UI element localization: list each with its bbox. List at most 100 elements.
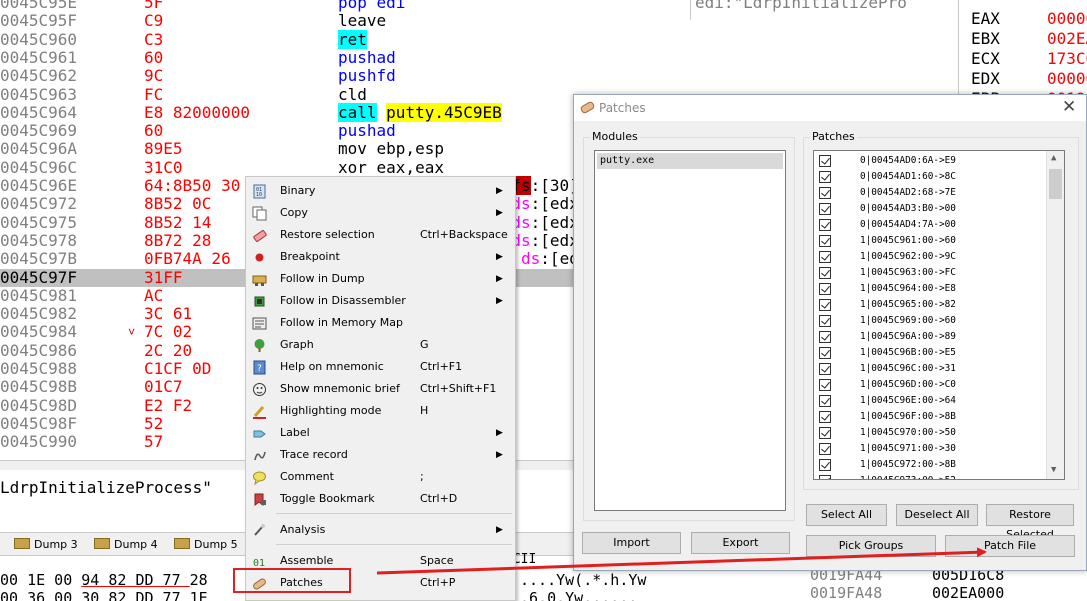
menu-item-comment[interactable]: Comment; — [246, 466, 515, 488]
patches-list[interactable]: 0|00454AD0:6A->E9 0|00454AD1:60->8C 0|0045… — [813, 150, 1065, 480]
disasm-row[interactable]: 0045C95F C9 leave — [0, 12, 955, 30]
address: 0045C969 — [0, 121, 78, 141]
patch-checkbox[interactable] — [819, 459, 831, 471]
menu-item-show-mnemonic-brief[interactable]: Show mnemonic brief Ctrl+Shift+F1 — [246, 378, 515, 400]
register-ecx[interactable]: ECX 173C0 — [971, 50, 1087, 68]
list-item[interactable]: 1|0045C969:00->60 — [818, 313, 1046, 329]
submenu-arrow-icon: ▶ — [496, 428, 503, 438]
list-item[interactable]: 0|00454AD2:68->7E — [818, 185, 1046, 201]
list-item[interactable]: 1|0045C964:00->E8 — [818, 281, 1046, 297]
tab-dump-3[interactable]: Dump 3 — [14, 536, 78, 554]
disasm-row[interactable]: 0045C960 C3 ret — [0, 29, 955, 49]
list-item[interactable]: 1|0045C96F:00->8B — [818, 409, 1046, 425]
patch-checkbox[interactable] — [819, 299, 831, 311]
list-item[interactable]: 1|0045C972:00->8B — [818, 457, 1046, 473]
dialog-titlebar[interactable]: Patches ✕ — [574, 95, 1086, 121]
disasm-row[interactable]: 0045C962 9C pushfd — [0, 67, 955, 85]
patch-checkbox[interactable] — [819, 427, 831, 439]
menu-item-toggle-bookmark[interactable]: Toggle Bookmark Ctrl+D — [246, 488, 515, 510]
patch-checkbox[interactable] — [819, 203, 831, 215]
menu-item-highlighting-mode[interactable]: Highlighting mode H — [246, 400, 515, 422]
list-item[interactable]: putty.exe — [597, 153, 783, 169]
patch-checkbox[interactable] — [819, 283, 831, 295]
menu-item-copy[interactable]: Copy ▶ — [246, 202, 515, 224]
patch-checkbox[interactable] — [819, 443, 831, 455]
register-edx[interactable]: EDX 00000 — [971, 70, 1087, 88]
select-all-button[interactable]: Select All — [806, 504, 887, 526]
patch-file-button[interactable]: Patch File — [945, 535, 1075, 557]
menu-item-breakpoint[interactable]: Breakpoint ▶ — [246, 246, 515, 268]
deselect-all-button[interactable]: Deselect All — [896, 504, 978, 526]
register-eax[interactable]: EAX 00000 — [971, 10, 1087, 28]
patch-checkbox[interactable] — [819, 411, 831, 423]
scroll-thumb[interactable] — [1049, 169, 1062, 199]
list-item[interactable]: 1|0045C961:00->60 — [818, 233, 1046, 249]
menu-item-help-on-mnemonic[interactable]: ? Help on mnemonic Ctrl+F1 — [246, 356, 515, 378]
menu-item-follow-in-dump[interactable]: Follow in Dump ▶ — [246, 268, 515, 290]
tab-dump-5[interactable]: Dump 5 — [174, 536, 238, 554]
close-icon[interactable]: ✕ — [1062, 97, 1076, 117]
menu-item-analysis[interactable]: Analysis ▶ — [246, 519, 515, 541]
patch-checkbox[interactable] — [819, 379, 831, 391]
svg-text:10: 10 — [256, 192, 262, 198]
list-item[interactable]: 1|0045C965:00->82 — [818, 297, 1046, 313]
list-item[interactable]: 1|0045C971:00->30 — [818, 441, 1046, 457]
list-item[interactable]: 1|0045C96D:00->C0 — [818, 377, 1046, 393]
menu-item-trace-record[interactable]: Trace record ▶ — [246, 444, 515, 466]
patch-checkbox[interactable] — [819, 187, 831, 199]
register-value[interactable]: 002EA — [1047, 30, 1087, 48]
menu-item-binary[interactable]: 01 10 Binary ▶ — [246, 180, 515, 202]
patches-scrollbar[interactable]: ▲ ▼ — [1046, 151, 1064, 479]
menu-item-graph[interactable]: Graph G — [246, 334, 515, 356]
list-item[interactable]: 1|0045C96B:00->E5 — [818, 345, 1046, 361]
menu-item-follow-in-memory-map[interactable]: Follow in Memory Map — [246, 312, 515, 334]
list-item[interactable]: 1|0045C970:00->50 — [818, 425, 1046, 441]
menu-item-follow-in-disassembler[interactable]: Follow in Disassembler ▶ — [246, 290, 515, 312]
address: 0045C98F — [0, 413, 78, 433]
register-value[interactable]: 00000 — [1047, 70, 1087, 88]
list-item[interactable]: 0|00454AD4:7A->00 — [818, 217, 1046, 233]
list-item[interactable]: 1|0045C973:00->52 — [818, 473, 1046, 479]
patch-checkbox[interactable] — [819, 155, 831, 167]
patch-checkbox[interactable] — [819, 475, 831, 479]
list-item[interactable]: 0|00454AD0:6A->E9 — [818, 153, 1046, 169]
list-item[interactable]: 1|0045C962:00->9C — [818, 249, 1046, 265]
patch-checkbox[interactable] — [819, 267, 831, 279]
menu-item-restore-selection[interactable]: Restore selection Ctrl+Backspace — [246, 224, 515, 246]
list-item[interactable]: 0|00454AD1:60->8C — [818, 169, 1046, 185]
dump-row[interactable]: 00 1E 00 94 82 DD 77 28 — [0, 571, 208, 589]
export-button[interactable]: Export — [691, 532, 790, 554]
menu-item-label[interactable]: Label ▶ — [246, 422, 515, 444]
patch-checkbox[interactable] — [819, 251, 831, 263]
registers-panel[interactable]: EAX00000EBX002EAECX173C0EDX00000EBP0019F — [958, 0, 1087, 108]
patch-checkbox[interactable] — [819, 315, 831, 327]
register-value[interactable]: 173C0 — [1047, 50, 1087, 68]
dump-row[interactable]: 00 36 00 30 82 DD 77 1E — [0, 589, 208, 601]
analysis-icon — [254, 524, 265, 536]
list-item[interactable]: 1|0045C96E:00->64 — [818, 393, 1046, 409]
register-value[interactable]: 00000 — [1047, 10, 1087, 28]
patch-checkbox[interactable] — [819, 171, 831, 183]
list-item[interactable]: 1|0045C96C:00->31 — [818, 361, 1046, 377]
patch-checkbox[interactable] — [819, 363, 831, 375]
address: 0045C975 — [0, 212, 78, 232]
menu-item-label: Follow in Disassembler — [280, 294, 406, 307]
scroll-down-icon[interactable]: ▼ — [1051, 465, 1056, 475]
list-item[interactable]: 1|0045C963:00->FC — [818, 265, 1046, 281]
patch-checkbox[interactable] — [819, 395, 831, 407]
restore-selected-button[interactable]: Restore Selected — [986, 504, 1074, 541]
patch-checkbox[interactable] — [819, 219, 831, 231]
address: 0045C963 — [0, 84, 78, 104]
patch-checkbox[interactable] — [819, 235, 831, 247]
import-button[interactable]: Import — [582, 532, 681, 554]
tab-dump-4[interactable]: Dump 4 — [94, 536, 158, 554]
patch-checkbox[interactable] — [819, 331, 831, 343]
register-ebx[interactable]: EBX 002EA — [971, 30, 1087, 48]
modules-list[interactable]: putty.exe — [594, 150, 786, 511]
list-item[interactable]: 1|0045C96A:00->89 — [818, 329, 1046, 345]
list-item[interactable]: 0|00454AD3:B0->00 — [818, 201, 1046, 217]
disasm-row[interactable]: 0045C961 60 pushad — [0, 48, 955, 67]
scroll-up-icon[interactable]: ▲ — [1051, 153, 1056, 163]
pick-groups-button[interactable]: Pick Groups — [806, 535, 936, 557]
patch-checkbox[interactable] — [819, 347, 831, 359]
